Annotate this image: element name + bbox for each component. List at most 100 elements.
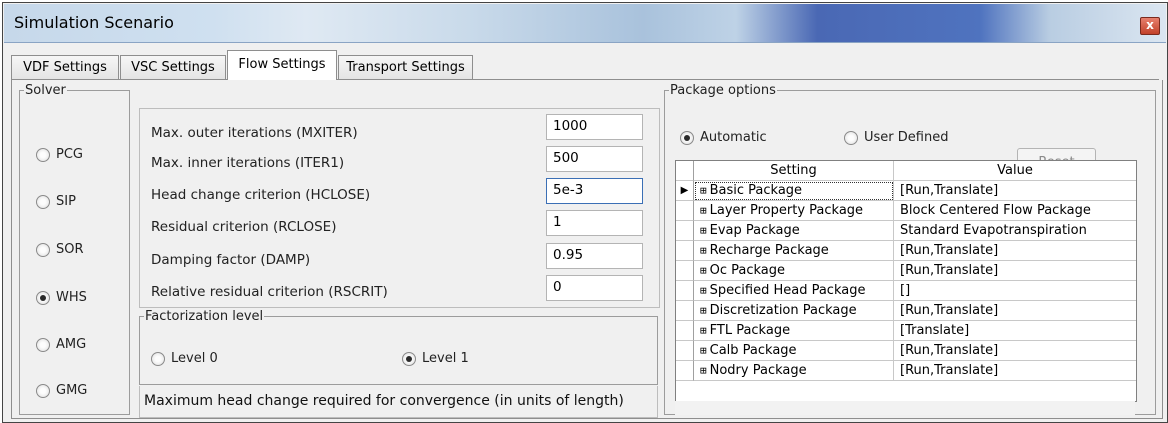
package-setting-text: Basic Package [709,183,803,198]
tab-flow-settings[interactable]: Flow Settings [227,50,337,80]
damp-input[interactable]: 0.95 [546,243,643,269]
level-0-radio[interactable]: Level 0 [151,351,218,366]
package-value-cell[interactable]: [Run,Translate] [894,241,1136,261]
expand-icon[interactable]: ⊞ [700,184,707,197]
value-column-header[interactable]: Value [894,161,1136,181]
package-row[interactable]: ⊞ Discretization Package [Run,Translate] [676,301,1136,321]
solver-legend: Solver [25,83,66,98]
setting-column-header[interactable]: Setting [694,161,894,181]
package-setting-cell[interactable]: ⊞ Specified Head Package [694,281,894,301]
automatic-radio[interactable]: Automatic [680,130,767,145]
package-setting-cell[interactable]: ⊞ Basic Package [694,181,894,201]
expand-icon[interactable]: ⊞ [700,304,707,317]
close-icon: x [1146,18,1154,32]
rclose-input[interactable]: 1 [546,210,643,236]
solver-amg-radio[interactable]: AMG [36,337,86,352]
package-value-cell[interactable]: [Run,Translate] [894,361,1136,381]
solver-gmg-radio[interactable]: GMG [36,383,87,398]
package-setting-text: Calb Package [709,343,797,358]
expand-icon[interactable]: ⊞ [700,344,707,357]
package-value-cell[interactable]: Block Centered Flow Package [894,201,1136,221]
tab-label: VSC Settings [131,60,215,75]
title-bar[interactable]: Simulation Scenario x [4,4,1166,43]
expand-icon[interactable]: ⊞ [700,284,707,297]
row-selector[interactable] [676,301,694,321]
rscrit-input[interactable]: 0 [546,275,643,301]
row-selector[interactable] [676,201,694,221]
solver-whs-radio[interactable]: WHS [36,290,87,305]
row-selector[interactable] [676,361,694,381]
package-row[interactable]: ⊞ Calb Package [Run,Translate] [676,341,1136,361]
solver-parameters-panel: Max. outer iterations (MXITER) 1000 Max.… [139,108,660,308]
radio-label: Level 1 [422,351,469,366]
tab-label: VDF Settings [23,60,107,75]
package-value-cell[interactable]: Standard Evapotranspiration [894,221,1136,241]
radio-label: WHS [56,290,87,305]
current-row-arrow-icon[interactable]: ▶ [676,181,694,201]
package-setting-text: Oc Package [709,263,786,278]
radio-circle [36,337,50,352]
package-row[interactable]: ▶ ⊞ Basic Package [Run,Translate] [676,181,1136,201]
row-selector-header [676,161,694,181]
expand-icon[interactable]: ⊞ [700,364,707,377]
package-row[interactable]: ⊞ Recharge Package [Run,Translate] [676,241,1136,261]
package-value-cell[interactable]: [Run,Translate] [894,261,1136,281]
row-selector[interactable] [676,321,694,341]
radio-label: Level 0 [171,351,218,366]
row-selector[interactable] [676,281,694,301]
row-selector[interactable] [676,241,694,261]
level-1-radio[interactable]: Level 1 [402,351,469,366]
radio-circle [36,194,50,209]
package-row[interactable]: ⊞ Specified Head Package[] [676,281,1136,301]
mxiter-input[interactable]: 1000 [546,114,643,140]
solver-sip-radio[interactable]: SIP [36,194,76,209]
package-grid: Setting Value ▶ ⊞ Basic Package [Run,Transl… [675,160,1137,402]
tab-vsc-settings[interactable]: VSC Settings [120,55,226,79]
package-row[interactable]: ⊞ FTL Package [Translate] [676,321,1136,341]
row-selector[interactable] [676,341,694,361]
package-row[interactable]: ⊞ Nodry Package [Run,Translate] [676,361,1136,381]
package-row[interactable]: ⊞ Layer Property Package Block Centered Fl… [676,201,1136,221]
package-setting-cell[interactable]: ⊞ Calb Package [694,341,894,361]
package-setting-cell[interactable]: ⊞ FTL Package [694,321,894,341]
horizontal-scrollbar[interactable] [675,401,1135,415]
package-value-cell[interactable]: [Run,Translate] [894,341,1136,361]
expand-icon[interactable]: ⊞ [700,324,707,337]
radio-circle [844,130,858,145]
package-setting-cell[interactable]: ⊞ Oc Package [694,261,894,281]
package-setting-cell[interactable]: ⊞ Evap Package [694,221,894,241]
package-row[interactable]: ⊞ Evap Package Standard Evapotranspiration [676,221,1136,241]
solver-pcg-radio[interactable]: PCG [36,147,83,162]
package-value-cell[interactable]: [] [894,281,1136,301]
expand-icon[interactable]: ⊞ [700,224,707,237]
tab-label: Flow Settings [238,57,326,72]
rscrit-label: Relative residual criterion (RSCRIT) [151,284,388,300]
flow-settings-page: Solver PCG SIP SOR WHS AMG GMG Max. oute… [11,80,1163,419]
row-selector[interactable] [676,261,694,281]
hclose-input[interactable]: 5e-3 [546,178,643,204]
expand-icon[interactable]: ⊞ [700,244,707,257]
tab-transport-settings[interactable]: Transport Settings [338,55,473,79]
expand-icon[interactable]: ⊞ [700,264,707,277]
package-row[interactable]: ⊞ Oc Package [Run,Translate] [676,261,1136,281]
tab-vdf-settings[interactable]: VDF Settings [11,55,119,79]
package-setting-cell[interactable]: ⊞ Discretization Package [694,301,894,321]
package-setting-cell[interactable]: ⊞ Nodry Package [694,361,894,381]
iter1-label: Max. inner iterations (ITER1) [151,155,345,171]
close-button[interactable]: x [1140,17,1160,35]
package-setting-text: Discretization Package [709,303,857,318]
iter1-input[interactable]: 500 [546,146,643,172]
package-value-cell[interactable]: [Translate] [894,321,1136,341]
solver-sor-radio[interactable]: SOR [36,242,84,257]
row-selector[interactable] [676,221,694,241]
package-setting-cell[interactable]: ⊞ Layer Property Package [694,201,894,221]
package-value-cell[interactable]: [Run,Translate] [894,181,1136,201]
package-setting-text: FTL Package [709,323,791,338]
user-defined-radio[interactable]: User Defined [844,130,948,145]
package-setting-cell[interactable]: ⊞ Recharge Package [694,241,894,261]
package-setting-text: Specified Head Package [709,283,866,298]
radio-label: User Defined [864,130,949,145]
radio-label: Automatic [700,130,767,145]
expand-icon[interactable]: ⊞ [700,204,707,217]
package-value-cell[interactable]: [Run,Translate] [894,301,1136,321]
